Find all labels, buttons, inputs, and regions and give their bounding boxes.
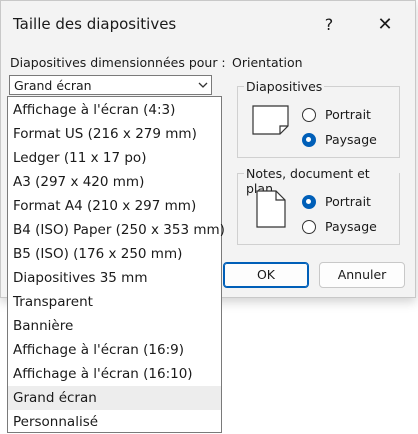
dropdown-option[interactable]: Format A4 (210 x 297 mm) — [8, 194, 221, 218]
slide-size-label: Diapositives dimensionnées pour : — [10, 55, 226, 70]
slides-orientation-group: Diapositives Portrait Paysage — [237, 79, 400, 158]
slides-landscape-label[interactable]: Paysage — [325, 132, 377, 147]
dropdown-option[interactable]: Affichage à l'écran (16:9) — [8, 338, 221, 362]
notes-landscape-radio[interactable] — [302, 220, 316, 234]
slide-size-dropdown-list[interactable]: Affichage à l'écran (4:3) Format US (216 … — [7, 96, 225, 434]
dropdown-option[interactable]: B5 (ISO) (176 x 250 mm) — [8, 242, 221, 266]
slides-portrait-label[interactable]: Portrait — [325, 107, 371, 122]
dropdown-option[interactable]: Grand écran — [8, 386, 221, 410]
slides-portrait-radio[interactable] — [302, 108, 316, 122]
slides-group-title: Diapositives — [244, 79, 325, 94]
notes-orientation-group: Notes, document et plan Portrait Paysage — [237, 166, 400, 245]
orientation-label: Orientation — [232, 55, 303, 70]
dropdown-option[interactable]: Personnalisé — [8, 410, 221, 434]
slide-size-select[interactable]: Grand écran — [9, 75, 212, 95]
slide-size-value: Grand écran — [14, 78, 92, 93]
dropdown-option[interactable]: Ledger (11 x 17 po) — [8, 146, 221, 170]
dropdown-option[interactable]: Format US (216 x 279 mm) — [8, 122, 221, 146]
dropdown-option[interactable]: Transparent — [8, 290, 221, 314]
cancel-button[interactable]: Annuler — [319, 262, 405, 288]
help-button[interactable]: ? — [313, 9, 345, 41]
notes-portrait-label[interactable]: Portrait — [325, 194, 371, 209]
dropdown-option[interactable]: A3 (297 x 420 mm) — [8, 170, 221, 194]
dropdown-option[interactable]: Bannière — [8, 314, 221, 338]
portrait-page-icon — [256, 190, 286, 232]
title-bar: Taille des diapositives ? ✕ — [1, 1, 415, 49]
dialog-title: Taille des diapositives — [13, 15, 177, 33]
ok-button[interactable]: OK — [223, 262, 309, 288]
dropdown-option[interactable]: B4 (ISO) Paper (250 x 353 mm) — [8, 218, 225, 242]
notes-landscape-label[interactable]: Paysage — [325, 219, 377, 234]
slides-landscape-radio[interactable] — [302, 133, 316, 147]
notes-portrait-radio[interactable] — [302, 195, 316, 209]
close-button[interactable]: ✕ — [367, 9, 403, 41]
dropdown-option[interactable]: Affichage à l'écran (4:3) — [8, 98, 221, 122]
landscape-page-icon — [252, 105, 290, 139]
dropdown-option[interactable]: Affichage à l'écran (16:10) — [8, 362, 221, 386]
dropdown-option[interactable]: Diapositives 35 mm — [8, 266, 221, 290]
chevron-down-icon — [198, 77, 208, 96]
